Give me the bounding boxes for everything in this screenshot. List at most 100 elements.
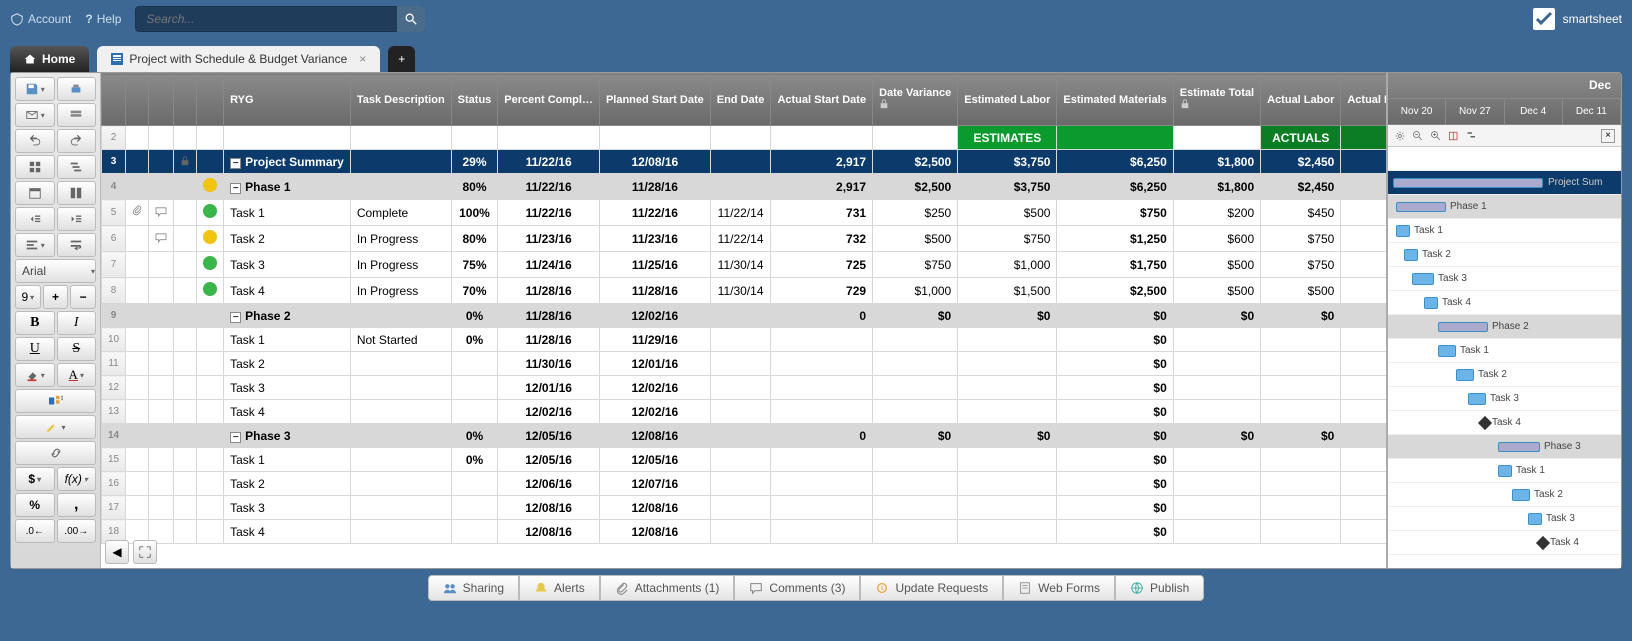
bold-button[interactable]: B — [15, 311, 55, 335]
table-row[interactable]: 5Task 1Complete100%11/22/1611/22/1611/22… — [102, 200, 1387, 226]
print-button[interactable] — [57, 77, 97, 101]
gantt-row[interactable]: Task 4 — [1388, 531, 1621, 555]
table-row[interactable]: 14−Phase 30%12/05/1612/08/160$0$0$0$0$0$… — [102, 424, 1387, 448]
grid-view-button[interactable] — [15, 155, 55, 179]
tab-add[interactable]: + — [388, 46, 415, 72]
publish-label: Publish — [1150, 581, 1189, 595]
gantt-row[interactable]: Task 2 — [1388, 483, 1621, 507]
zoom-in-icon[interactable] — [1430, 130, 1442, 142]
fontsize-select[interactable]: 9▾ — [15, 285, 41, 309]
comments-button[interactable]: Comments (3) — [734, 575, 860, 601]
gantt-row[interactable]: Task 2 — [1388, 363, 1621, 387]
update-requests-button[interactable]: Update Requests — [860, 575, 1003, 601]
table-row[interactable]: 6Task 2In Progress80%11/23/1611/23/1611/… — [102, 226, 1387, 252]
account-label: Account — [28, 12, 71, 26]
table-row[interactable]: 16Task 212/06/1612/07/16$0$0$0 — [102, 472, 1387, 496]
gantt-row[interactable]: Task 1 — [1388, 219, 1621, 243]
mail-button[interactable]: ▾ — [15, 103, 55, 127]
table-row[interactable]: 4−Phase 180%11/22/1611/28/162,917$2,500$… — [102, 174, 1387, 200]
web-forms-button[interactable]: Web Forms — [1003, 575, 1115, 601]
text-color-button[interactable]: A▾ — [57, 363, 97, 387]
table-row[interactable]: 13Task 412/02/1612/02/16$0$0$0 — [102, 400, 1387, 424]
attachments-button[interactable]: Attachments (1) — [600, 575, 735, 601]
card-view-button[interactable] — [57, 181, 97, 205]
search-button[interactable] — [397, 6, 425, 32]
gantt-row[interactable] — [1388, 147, 1621, 171]
thousands-button[interactable]: , — [57, 493, 97, 517]
percent-button[interactable]: % — [15, 493, 55, 517]
gantt-row[interactable]: Phase 3 — [1388, 435, 1621, 459]
link-button[interactable] — [15, 441, 96, 465]
sharing-button[interactable]: Sharing — [428, 575, 519, 601]
search-input[interactable] — [135, 6, 425, 32]
conditional-format-button[interactable] — [15, 389, 96, 413]
outdent-button[interactable] — [15, 207, 55, 231]
alerts-label: Alerts — [554, 581, 585, 595]
highlight-button[interactable]: ▾ — [15, 415, 96, 439]
table-row[interactable]: 18Task 412/08/1612/08/16$0$0$0 — [102, 520, 1387, 544]
expand-button[interactable] — [133, 540, 157, 564]
table-row[interactable]: 12Task 312/01/1612/02/16$0$0$0 — [102, 376, 1387, 400]
table-row[interactable]: 15Task 10%12/05/1612/05/16$0$0$0 — [102, 448, 1387, 472]
publish-button[interactable]: Publish — [1115, 575, 1204, 601]
undo-button[interactable] — [15, 129, 55, 153]
rows-button[interactable] — [57, 103, 97, 127]
wrap-button[interactable] — [57, 233, 97, 257]
tab-sheet[interactable]: Project with Schedule & Budget Variance× — [97, 46, 380, 72]
formula-button[interactable]: f(x)▾ — [57, 467, 97, 491]
tab-close-icon[interactable]: × — [359, 52, 366, 66]
decimal-increase-button[interactable]: .0← — [15, 519, 55, 543]
webforms-label: Web Forms — [1038, 581, 1100, 595]
gantt-row[interactable]: Task 3 — [1388, 507, 1621, 531]
scroll-left-button[interactable]: ◀ — [105, 540, 129, 564]
updates-label: Update Requests — [895, 581, 988, 595]
strike-button[interactable]: S — [57, 337, 97, 361]
decimal-decrease-button[interactable]: .00→ — [57, 519, 97, 543]
table-row[interactable]: 9−Phase 20%11/28/1612/02/160$0$0$0$0$0$0… — [102, 304, 1387, 328]
table-row[interactable]: 10Task 1Not Started0%11/28/1611/29/16$0$… — [102, 328, 1387, 352]
goto-today-icon[interactable] — [1448, 130, 1460, 142]
critical-path-icon[interactable] — [1466, 130, 1478, 142]
indent-button[interactable] — [57, 207, 97, 231]
font-select[interactable]: Arial▾ — [15, 259, 96, 283]
gear-icon[interactable] — [1394, 130, 1406, 142]
tab-home-label: Home — [42, 52, 75, 66]
fontsize-decrease[interactable]: − — [70, 285, 96, 309]
alerts-button[interactable]: Alerts — [519, 575, 600, 601]
zoom-out-icon[interactable] — [1412, 130, 1424, 142]
redo-button[interactable] — [57, 129, 97, 153]
data-grid[interactable]: RYGTask DescriptionStatusPercent Compl…P… — [101, 73, 1386, 544]
gantt-close-icon[interactable]: × — [1601, 129, 1615, 143]
gantt-panel: Dec Nov 20Nov 27Dec 4Dec 11 × Project Su… — [1386, 73, 1621, 568]
gantt-row[interactable]: Task 1 — [1388, 459, 1621, 483]
table-row[interactable]: 8Task 4In Progress70%11/28/1611/28/1611/… — [102, 278, 1387, 304]
brand-text: smartsheet — [1563, 12, 1622, 26]
table-row[interactable]: 3−Project Summary29%11/22/1612/08/162,91… — [102, 150, 1387, 174]
save-button[interactable]: ▾ — [15, 77, 55, 101]
gantt-row[interactable]: Task 3 — [1388, 267, 1621, 291]
underline-button[interactable]: U — [15, 337, 55, 361]
comments-label: Comments (3) — [769, 581, 845, 595]
gantt-row[interactable]: Task 1 — [1388, 339, 1621, 363]
gantt-row[interactable]: Task 4 — [1388, 291, 1621, 315]
gantt-row[interactable]: Phase 2 — [1388, 315, 1621, 339]
table-row[interactable]: 2ESTIMATESACTUALS — [102, 126, 1387, 150]
align-left-button[interactable]: ▾ — [15, 233, 55, 257]
currency-button[interactable]: $▾ — [15, 467, 55, 491]
table-row[interactable]: 17Task 312/08/1612/08/16$0$0$0 — [102, 496, 1387, 520]
calendar-button[interactable] — [15, 181, 55, 205]
help-link[interactable]: ?Help — [85, 12, 121, 26]
gantt-row[interactable]: Project Sum — [1388, 171, 1621, 195]
italic-button[interactable]: I — [57, 311, 97, 335]
account-link[interactable]: Account — [10, 12, 71, 26]
gantt-row[interactable]: Phase 1 — [1388, 195, 1621, 219]
table-row[interactable]: 7Task 3In Progress75%11/24/1611/25/1611/… — [102, 252, 1387, 278]
fontsize-increase[interactable]: + — [43, 285, 69, 309]
fill-color-button[interactable]: ▾ — [15, 363, 55, 387]
gantt-row[interactable]: Task 2 — [1388, 243, 1621, 267]
table-row[interactable]: 11Task 211/30/1612/01/16$0$0$0 — [102, 352, 1387, 376]
gantt-row[interactable]: Task 4 — [1388, 411, 1621, 435]
tab-home[interactable]: Home — [10, 46, 89, 72]
gantt-row[interactable]: Task 3 — [1388, 387, 1621, 411]
gantt-view-button[interactable] — [57, 155, 97, 179]
